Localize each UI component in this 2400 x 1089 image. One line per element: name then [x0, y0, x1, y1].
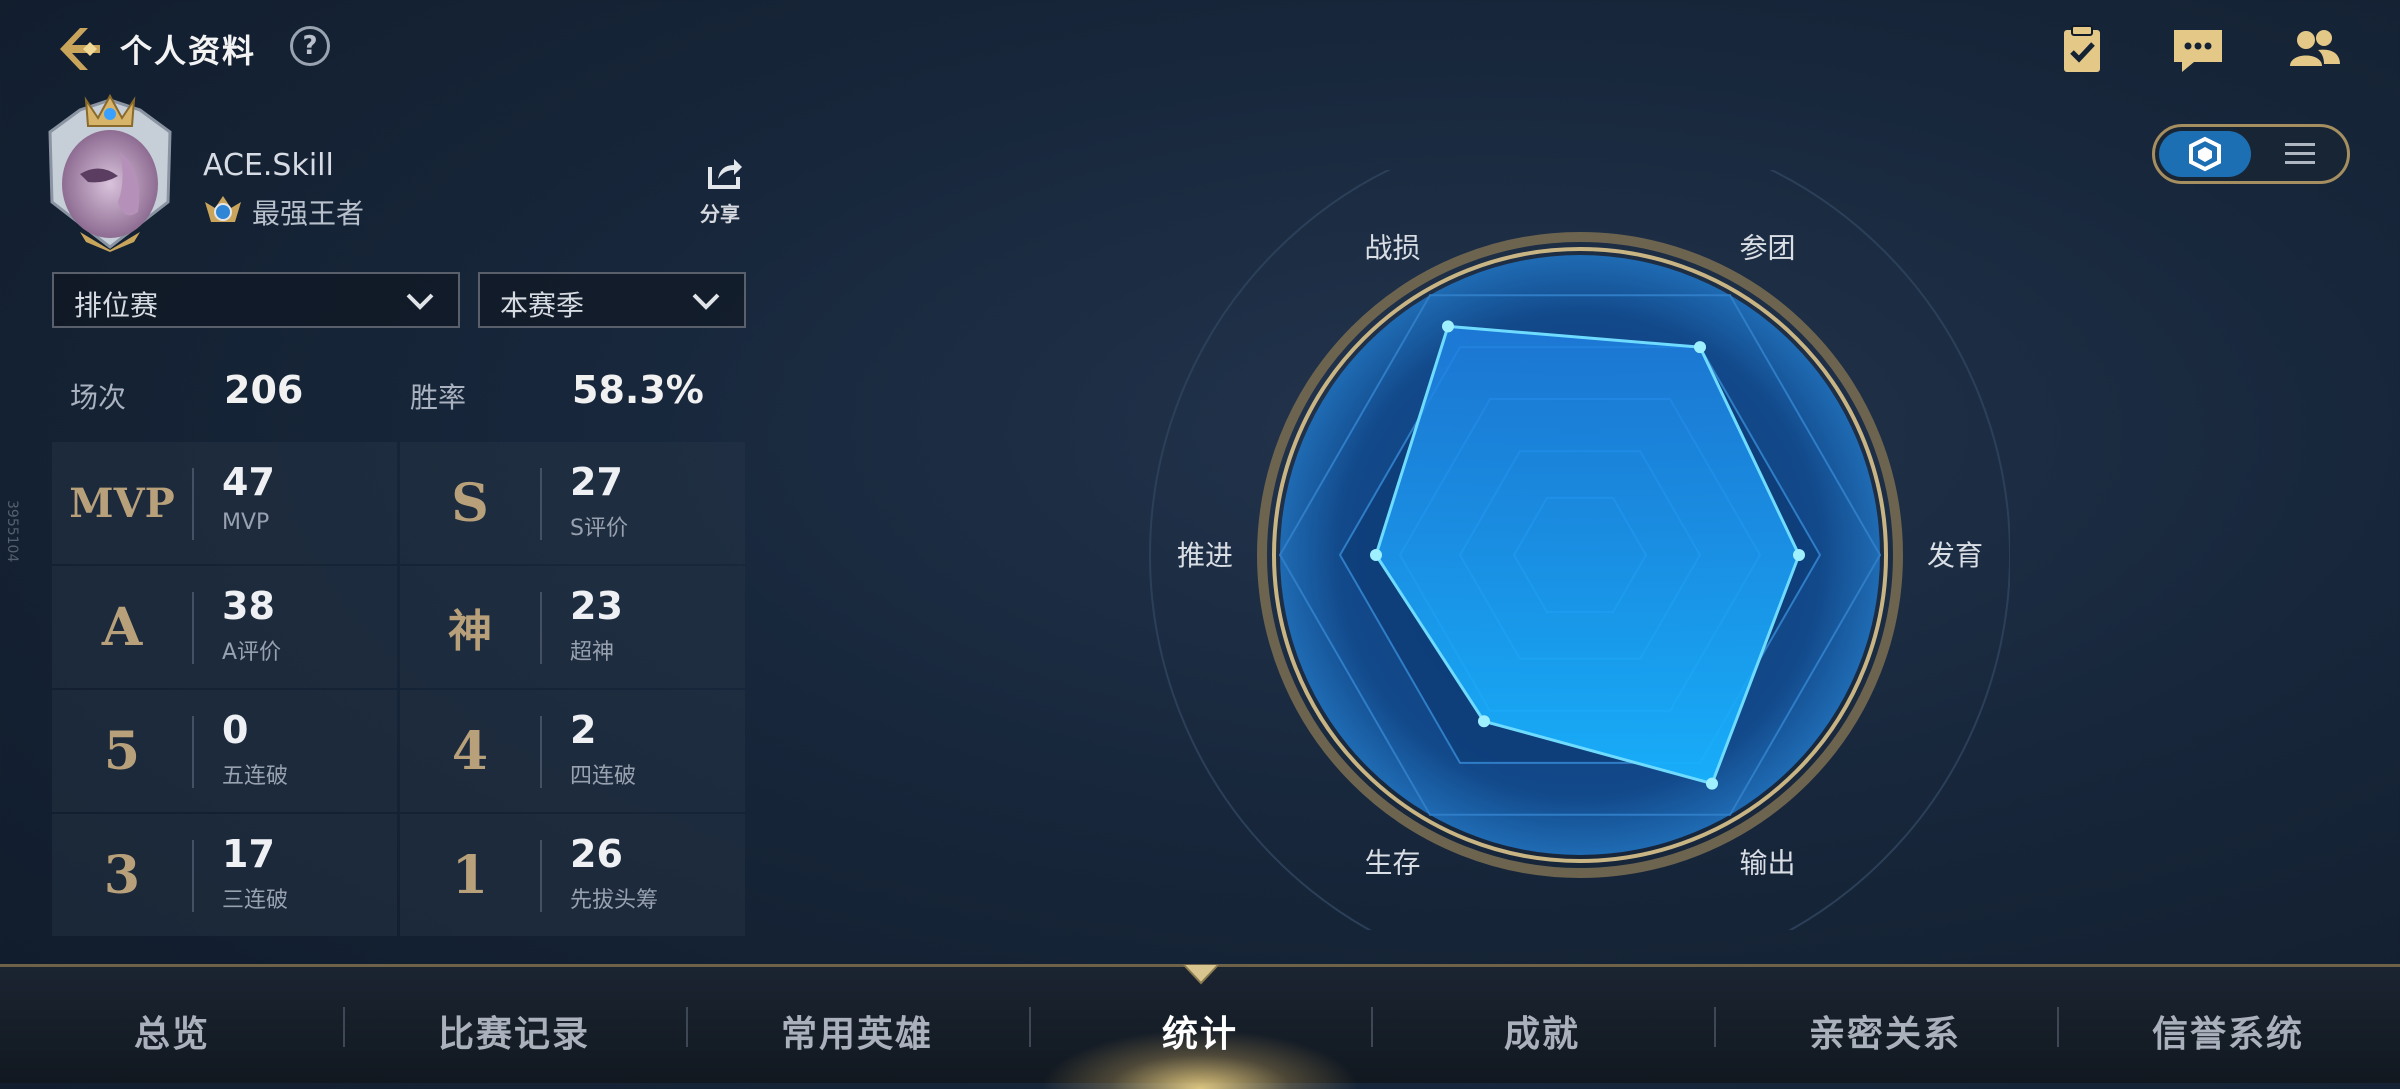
stat-value: 47 — [222, 460, 275, 504]
stat-value: 27 — [570, 460, 623, 504]
tab-credit-system[interactable]: 信誉系统 — [2128, 1005, 2328, 1057]
radar-point-4 — [1706, 777, 1718, 790]
stat-label: MVP — [222, 510, 270, 535]
side-code: 3955104 — [4, 500, 20, 563]
winrate-label: 胜率 — [410, 381, 467, 414]
stat-value: 17 — [222, 832, 275, 876]
tab-match-history[interactable]: 比赛记录 — [414, 1005, 614, 1057]
stat-value: 2 — [570, 708, 597, 752]
tab-relationships[interactable]: 亲密关系 — [1785, 1005, 1985, 1057]
season-dropdown[interactable]: 本赛季 — [478, 272, 746, 328]
games-label: 场次 — [70, 381, 127, 414]
stat-cell-penta-kill: 5 0 五连破 — [52, 690, 397, 812]
radar-point-5 — [1478, 715, 1490, 728]
radar-axis-label: 参团 — [1739, 232, 1795, 265]
tab-statistics[interactable]: 统计 — [1100, 1005, 1300, 1057]
tab-achievements[interactable]: 成就 — [1442, 1005, 1642, 1057]
stat-label: A评价 — [222, 640, 282, 665]
tab-heroes[interactable]: 常用英雄 — [757, 1005, 957, 1057]
radar-point-3 — [1793, 549, 1805, 561]
mvp-icon: MVP — [69, 479, 175, 527]
friends-icon[interactable] — [2284, 22, 2344, 78]
first-blood-icon: 1 — [451, 844, 489, 906]
winrate-value: 58.3% — [572, 368, 704, 412]
page-title: 个人资料 — [120, 32, 257, 70]
bottom-tab-bar: 总览 比赛记录 常用英雄 统计 成就 亲密关系 信誉系统 — [0, 964, 2400, 1089]
stat-value: 26 — [570, 832, 623, 876]
rank-name: 最强王者 — [252, 197, 365, 230]
stat-label: 超神 — [570, 640, 615, 665]
stat-label: S评价 — [570, 516, 628, 541]
stat-cell-first-blood: 1 26 先拔头筹 — [400, 814, 745, 936]
radar-axis-label: 战损 — [1364, 232, 1420, 265]
stat-label: 五连破 — [222, 764, 289, 789]
stat-cell-mvp: MVP 47 MVP — [52, 442, 397, 564]
triple-kill-icon: 3 — [103, 844, 141, 906]
avatar[interactable] — [40, 92, 180, 252]
stat-value: 0 — [222, 708, 249, 752]
stat-label: 四连破 — [570, 764, 637, 789]
a-rating-icon: A — [101, 596, 143, 658]
help-icon[interactable]: ? — [290, 26, 330, 66]
ability-radar-chart: 战损 参团发育输出 生存 推进 — [1149, 170, 2010, 930]
stat-cell-legendary: 神 23 超神 — [400, 566, 745, 688]
radar-point-1 — [1442, 320, 1454, 333]
radar-axis-label: 推进 — [1177, 539, 1233, 572]
rank-badge-icon — [205, 196, 241, 222]
list-icon — [2285, 143, 2315, 164]
stat-value: 23 — [570, 584, 623, 628]
chat-icon[interactable] — [2168, 22, 2228, 78]
active-tab-indicator-icon — [1183, 964, 1219, 985]
stat-cell-s-rating: S 27 S评价 — [400, 442, 745, 564]
stat-label: 先拔头筹 — [570, 888, 659, 913]
quadra-kill-icon: 4 — [451, 720, 489, 782]
radar-axis-label: 生存 — [1364, 846, 1420, 879]
stat-cell-triple-kill: 3 17 三连破 — [52, 814, 397, 936]
radar-view-button[interactable] — [2159, 131, 2251, 177]
back-arrow-icon[interactable] — [50, 22, 104, 76]
hexagon-icon — [2189, 136, 2221, 172]
games-value: 206 — [224, 368, 304, 412]
tab-overview[interactable]: 总览 — [72, 1005, 272, 1057]
share-label[interactable]: 分享 — [700, 198, 740, 227]
list-view-button[interactable] — [2255, 131, 2345, 177]
penta-kill-icon: 5 — [103, 720, 141, 782]
mode-dropdown[interactable]: 排位赛 — [52, 272, 460, 328]
stat-label: 三连破 — [222, 888, 289, 913]
radar-axis-label: 输出 — [1739, 846, 1795, 879]
stat-value: 38 — [222, 584, 275, 628]
legendary-icon: 神 — [448, 606, 492, 657]
radar-axis-label: 发育 — [1927, 539, 1983, 572]
chevron-down-icon — [406, 293, 434, 310]
season-dropdown-label: 本赛季 — [500, 289, 585, 322]
view-toggle[interactable] — [2152, 124, 2350, 184]
task-checklist-icon[interactable] — [2052, 22, 2112, 78]
radar-point-6 — [1370, 549, 1382, 561]
stat-cell-quadra-kill: 4 2 四连破 — [400, 690, 745, 812]
chevron-down-icon — [692, 293, 720, 310]
radar-point-2 — [1694, 341, 1706, 354]
mode-dropdown-label: 排位赛 — [74, 289, 159, 322]
s-rating-icon: S — [451, 472, 489, 534]
stat-cell-a-rating: A 38 A评价 — [52, 566, 397, 688]
share-icon[interactable] — [706, 155, 744, 191]
player-name: ACE.Skill — [203, 148, 334, 183]
stats-grid: MVP 47 MVP S 27 S评价 A 38 A评价 神 23 超神 5 0… — [52, 442, 745, 936]
